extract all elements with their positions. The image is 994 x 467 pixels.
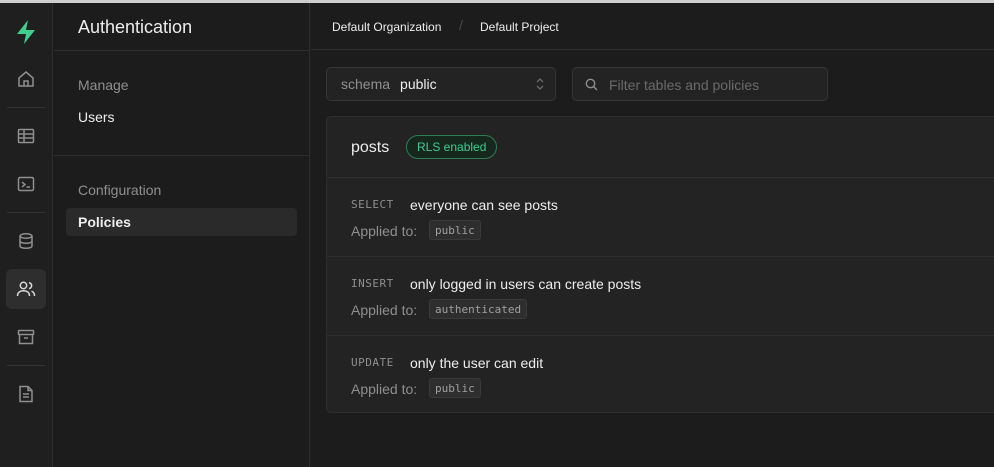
sidebar-item-policies[interactable]: Policies [66,208,297,236]
rls-status-badge: RLS enabled [406,135,498,159]
policy-name: only logged in users can create posts [410,276,642,292]
rail-divider [7,107,45,108]
applied-to-label: Applied to: [351,302,418,318]
policy-name: only the user can edit [410,355,544,371]
policy-command: UPDATE [351,356,394,369]
policy-command: INSERT [351,277,394,290]
sidebar-divider [54,155,309,156]
sidebar-header-divider [54,50,309,51]
home-icon[interactable] [6,59,46,99]
policy-role-tag: public [429,220,481,240]
sidebar-item-label: Users [78,109,115,125]
policy-command: SELECT [351,198,394,211]
filter-search-box[interactable] [572,67,828,101]
breadcrumb-organization[interactable]: Default Organization [332,20,441,34]
breadcrumb-project[interactable]: Default Project [480,20,559,34]
table-name: posts [351,139,390,156]
search-icon [585,78,598,96]
schema-select-label: schema [341,76,391,92]
schema-select[interactable]: schema public [326,67,556,101]
applied-to-label: Applied to: [351,381,418,397]
storage-icon[interactable] [6,317,46,357]
table-header: posts RLS enabled [327,117,994,178]
schema-select-value: public [400,76,437,92]
main-content: Default Organization / Default Project s… [311,3,994,467]
policy-role-tag: public [429,378,481,398]
sidebar-title: Authentication [78,17,193,37]
icon-rail [0,3,53,467]
supabase-logo-icon[interactable] [6,12,46,52]
sidebar-group-configuration: Configuration [78,182,162,198]
sql-editor-icon[interactable] [6,164,46,204]
table-editor-icon[interactable] [6,116,46,156]
breadcrumb: Default Organization / Default Project [311,3,994,50]
database-icon[interactable] [6,221,46,261]
auth-users-icon[interactable] [6,269,46,309]
policy-row[interactable]: UPDATE only the user can edit Applied to… [327,337,994,415]
docs-icon[interactable] [6,374,46,414]
sidebar-item-users[interactable]: Users [66,103,297,131]
sidebar-item-label: Policies [78,214,131,230]
policy-row[interactable]: INSERT only logged in users can create p… [327,258,994,336]
policy-row[interactable]: SELECT everyone can see posts Applied to… [327,179,994,257]
breadcrumb-separator: / [459,17,463,33]
auth-sidebar: Authentication Manage Users Configuratio… [54,3,310,467]
sidebar-group-manage: Manage [78,77,129,93]
rail-divider [7,212,45,213]
filter-input[interactable] [609,75,819,95]
policy-name: everyone can see posts [410,197,558,213]
policy-role-tag: authenticated [429,299,528,319]
chevron-up-down-icon [535,77,545,96]
applied-to-label: Applied to: [351,223,418,239]
table-policies-panel: posts RLS enabled SELECT everyone can se… [326,116,994,413]
rail-divider [7,365,45,366]
